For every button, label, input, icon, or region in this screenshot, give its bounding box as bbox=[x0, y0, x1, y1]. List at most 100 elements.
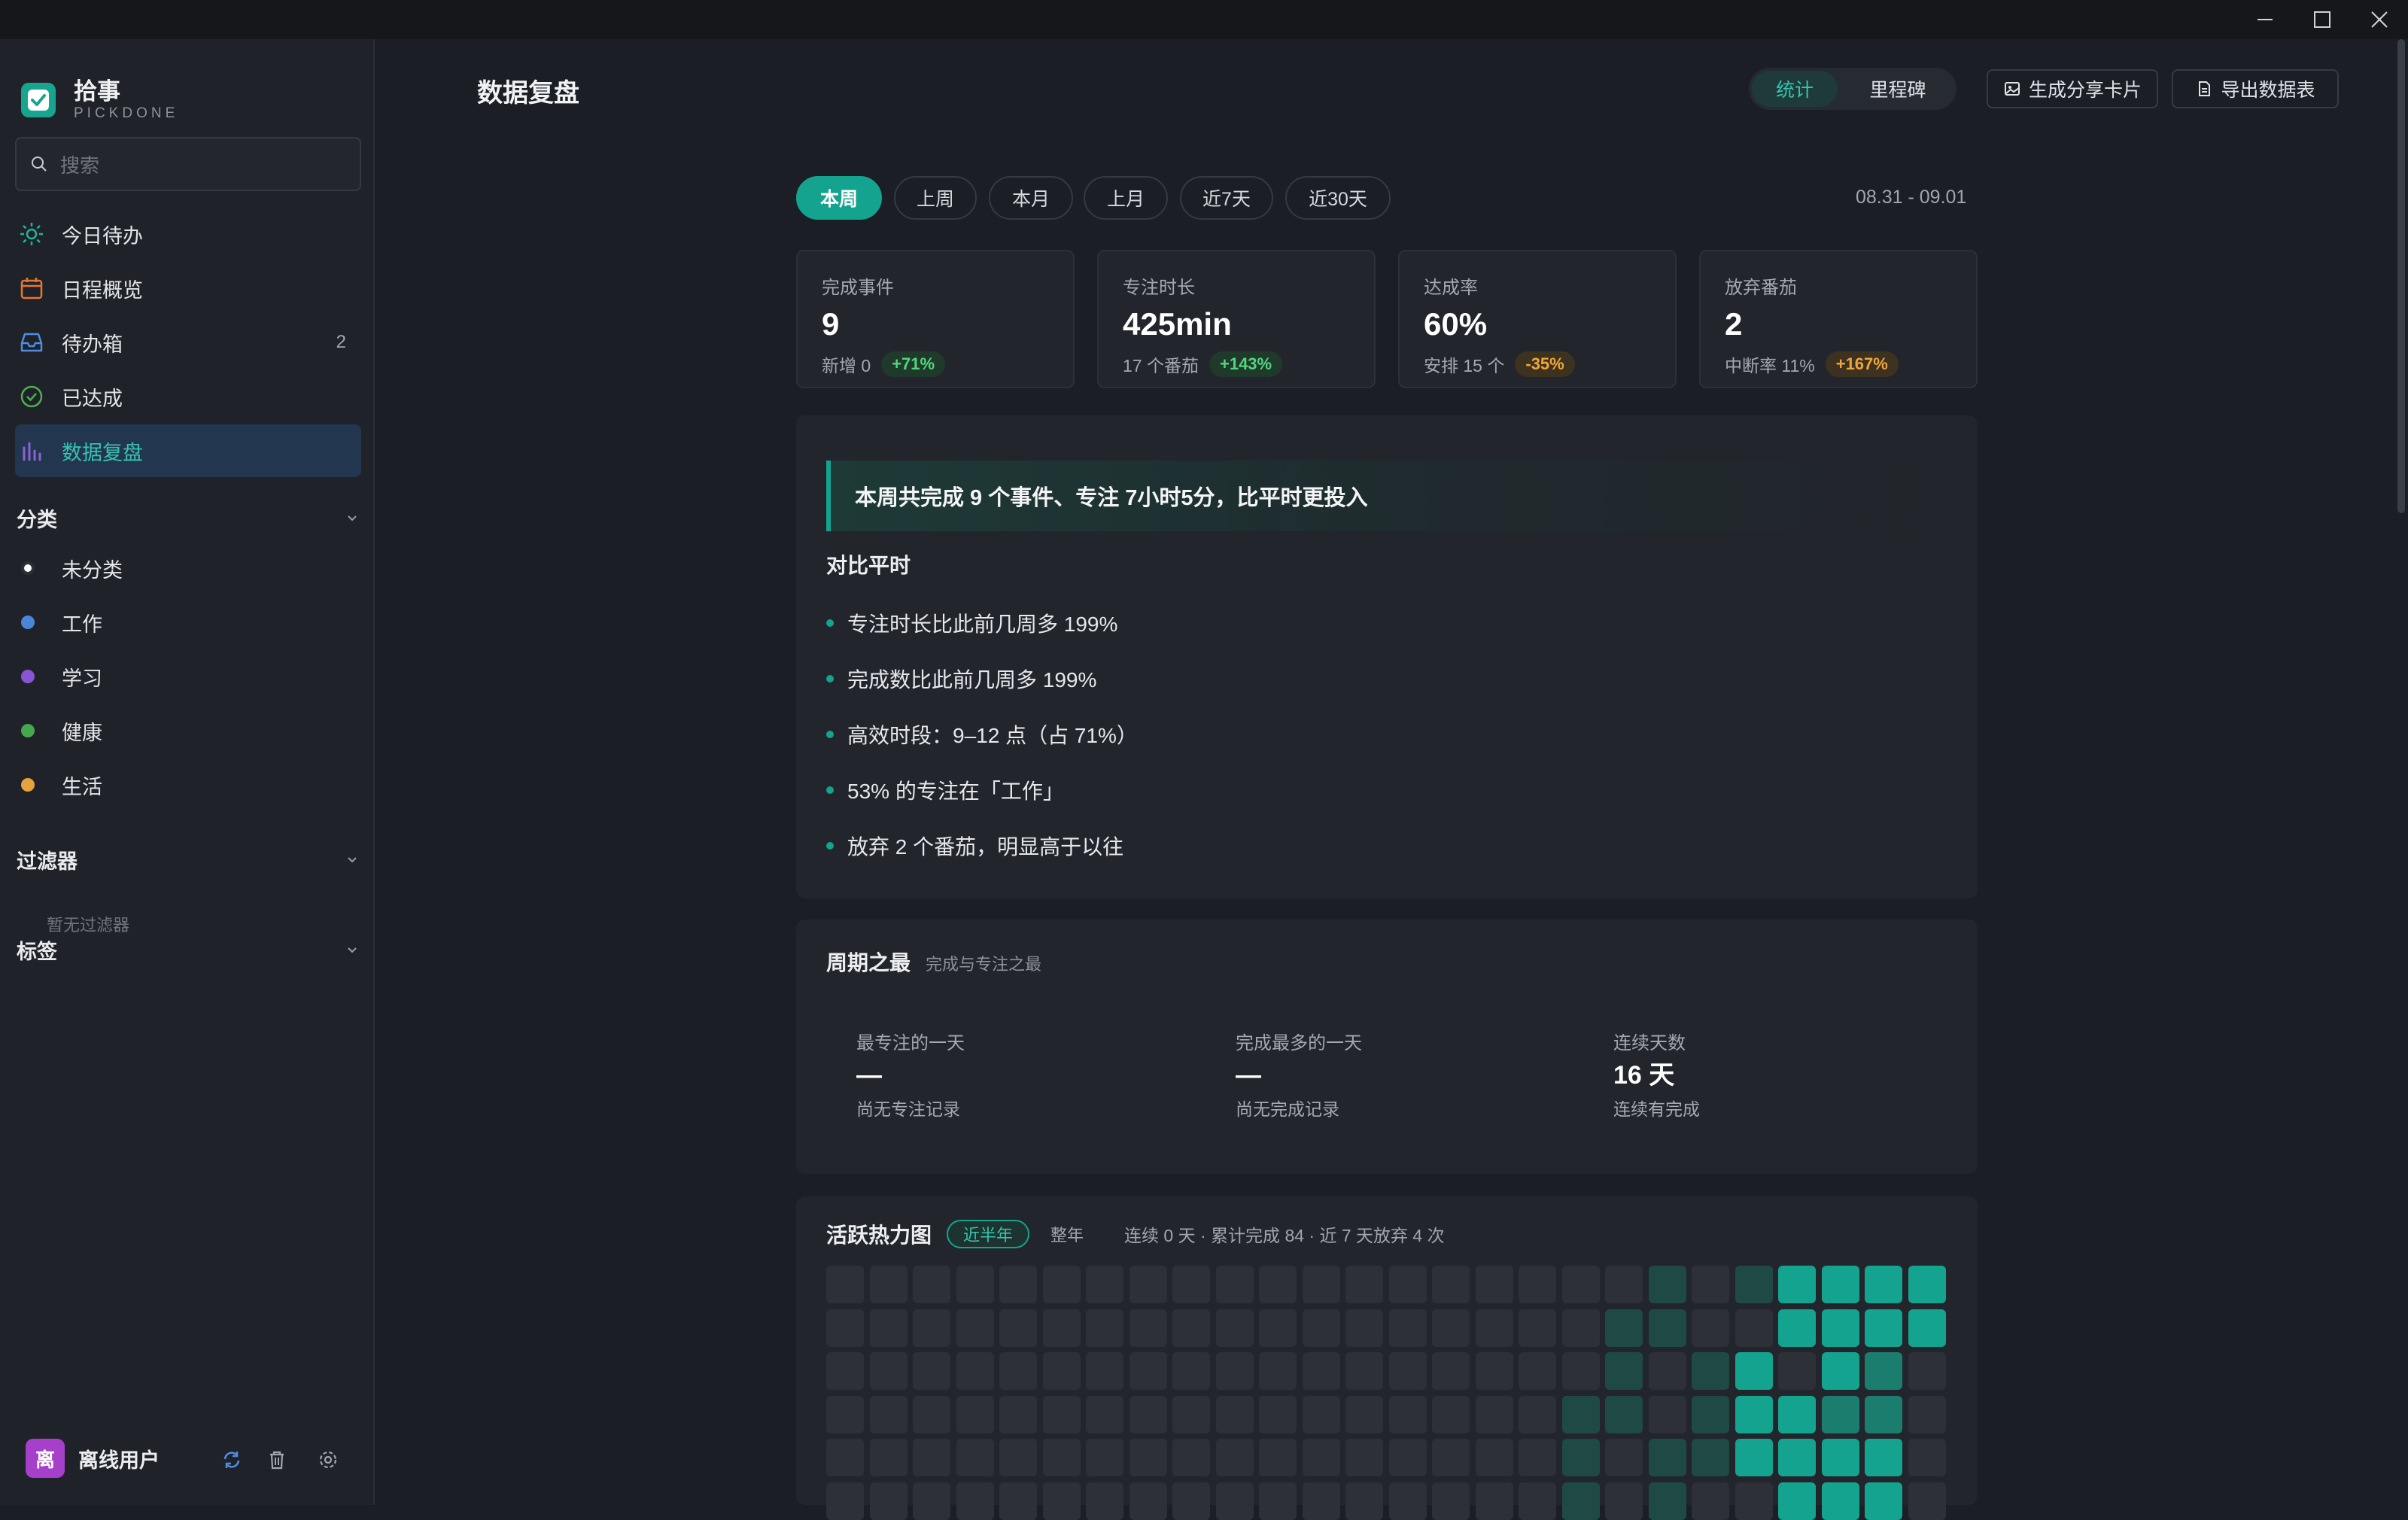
heatmap-cell[interactable] bbox=[1042, 1395, 1081, 1433]
heatmap-cell[interactable] bbox=[956, 1395, 994, 1433]
heatmap-cell[interactable] bbox=[913, 1439, 950, 1476]
heatmap-cell[interactable] bbox=[1086, 1266, 1123, 1303]
heatmap-cell[interactable] bbox=[999, 1266, 1037, 1303]
heatmap-cell[interactable] bbox=[1475, 1352, 1513, 1390]
heatmap-cell[interactable] bbox=[1086, 1352, 1123, 1390]
category-item[interactable]: 健康 bbox=[15, 706, 361, 755]
heatmap-cell[interactable] bbox=[1172, 1439, 1210, 1476]
heatmap-cell[interactable] bbox=[1735, 1482, 1773, 1520]
heatmap-cell[interactable] bbox=[956, 1482, 994, 1520]
heatmap-cell[interactable] bbox=[1821, 1439, 1859, 1476]
heatmap-cell[interactable] bbox=[999, 1482, 1037, 1520]
heatmap-cell[interactable] bbox=[1345, 1309, 1383, 1347]
heatmap-cell[interactable] bbox=[1735, 1395, 1773, 1433]
heatmap-cell[interactable] bbox=[826, 1352, 864, 1390]
nav-item-inbox[interactable]: 待办箱 2 bbox=[15, 316, 361, 369]
heatmap-cell[interactable] bbox=[1648, 1482, 1686, 1520]
close-button[interactable] bbox=[2351, 0, 2408, 39]
heatmap-cell[interactable] bbox=[1692, 1482, 1729, 1520]
heatmap-cell[interactable] bbox=[1648, 1309, 1686, 1347]
heatmap-cell[interactable] bbox=[1388, 1266, 1427, 1303]
heatmap-cell[interactable] bbox=[1086, 1482, 1123, 1520]
heatmap-cell[interactable] bbox=[1215, 1395, 1254, 1433]
heatmap-cell[interactable] bbox=[1605, 1395, 1643, 1433]
heatmap-cell[interactable] bbox=[1042, 1309, 1081, 1347]
heatmap-cell[interactable] bbox=[826, 1395, 864, 1433]
heatmap-cell[interactable] bbox=[1259, 1482, 1297, 1520]
search-input[interactable]: 搜索 bbox=[15, 137, 361, 191]
heatmap-cell[interactable] bbox=[1778, 1309, 1816, 1347]
heatmap-cell[interactable] bbox=[1519, 1395, 1556, 1433]
range-30-days[interactable]: 近30天 bbox=[1285, 176, 1391, 220]
minimize-button[interactable] bbox=[2236, 0, 2294, 39]
heatmap-cell[interactable] bbox=[1908, 1266, 1946, 1303]
heatmap-cell[interactable] bbox=[999, 1395, 1037, 1433]
heatmap-cell[interactable] bbox=[1778, 1352, 1816, 1390]
heatmap-cell[interactable] bbox=[1302, 1482, 1340, 1520]
heatmap-cell[interactable] bbox=[1692, 1266, 1729, 1303]
heatmap-cell[interactable] bbox=[1129, 1309, 1167, 1347]
maximize-button[interactable] bbox=[2294, 0, 2351, 39]
heatmap-cell[interactable] bbox=[1908, 1309, 1946, 1347]
heatmap-cell[interactable] bbox=[999, 1439, 1037, 1476]
heatmap-cell[interactable] bbox=[1345, 1395, 1383, 1433]
heatmap-cell[interactable] bbox=[1129, 1352, 1167, 1390]
heatmap-cell[interactable] bbox=[1561, 1352, 1600, 1390]
heatmap-cell[interactable] bbox=[1735, 1352, 1773, 1390]
nav-item-schedule[interactable]: 日程概览 bbox=[15, 262, 361, 315]
heatmap-cell[interactable] bbox=[1865, 1352, 1902, 1390]
heatmap-cell[interactable] bbox=[1345, 1482, 1383, 1520]
heatmap-cell[interactable] bbox=[1908, 1352, 1946, 1390]
heatmap-cell[interactable] bbox=[1432, 1439, 1470, 1476]
heatmap-cell[interactable] bbox=[826, 1309, 864, 1347]
heatmap-cell[interactable] bbox=[1865, 1439, 1902, 1476]
heatmap-cell[interactable] bbox=[1259, 1395, 1297, 1433]
heatmap-cell[interactable] bbox=[1172, 1352, 1210, 1390]
heatmap-cell[interactable] bbox=[869, 1439, 908, 1476]
heatmap-cell[interactable] bbox=[1605, 1439, 1643, 1476]
category-item[interactable]: 工作 bbox=[15, 597, 361, 647]
heatmap-cell[interactable] bbox=[1908, 1482, 1946, 1520]
tab-half-year[interactable]: 近半年 bbox=[947, 1220, 1030, 1248]
heatmap-cell[interactable] bbox=[1172, 1482, 1210, 1520]
heatmap-cell[interactable] bbox=[826, 1266, 864, 1303]
heatmap-cell[interactable] bbox=[1042, 1352, 1081, 1390]
range-this-week[interactable]: 本周 bbox=[796, 176, 882, 220]
heatmap-cell[interactable] bbox=[956, 1352, 994, 1390]
heatmap-cell[interactable] bbox=[1345, 1266, 1383, 1303]
heatmap-cell[interactable] bbox=[956, 1439, 994, 1476]
heatmap-cell[interactable] bbox=[1215, 1309, 1254, 1347]
heatmap-cell[interactable] bbox=[1735, 1309, 1773, 1347]
heatmap-cell[interactable] bbox=[1821, 1309, 1859, 1347]
heatmap-cell[interactable] bbox=[1865, 1395, 1902, 1433]
heatmap-cell[interactable] bbox=[999, 1309, 1037, 1347]
heatmap-cell[interactable] bbox=[1215, 1439, 1254, 1476]
heatmap-cell[interactable] bbox=[1302, 1439, 1340, 1476]
tab-full-year[interactable]: 整年 bbox=[1035, 1220, 1099, 1248]
heatmap-cell[interactable] bbox=[1475, 1266, 1513, 1303]
heatmap-cell[interactable] bbox=[1259, 1439, 1297, 1476]
heatmap-cell[interactable] bbox=[1821, 1266, 1859, 1303]
scrollbar[interactable] bbox=[2397, 39, 2405, 513]
heatmap-cell[interactable] bbox=[1519, 1309, 1556, 1347]
heatmap-cell[interactable] bbox=[1735, 1439, 1773, 1476]
heatmap-cell[interactable] bbox=[1129, 1482, 1167, 1520]
heatmap-cell[interactable] bbox=[1259, 1309, 1297, 1347]
heatmap-cell[interactable] bbox=[1519, 1352, 1556, 1390]
heatmap-cell[interactable] bbox=[1519, 1439, 1556, 1476]
category-item[interactable]: 未分类 bbox=[15, 543, 361, 593]
heatmap-cell[interactable] bbox=[1475, 1309, 1513, 1347]
heatmap-cell[interactable] bbox=[1215, 1482, 1254, 1520]
heatmap-cell[interactable] bbox=[1778, 1266, 1816, 1303]
heatmap-cell[interactable] bbox=[913, 1352, 950, 1390]
heatmap-cell[interactable] bbox=[1821, 1352, 1859, 1390]
heatmap-cell[interactable] bbox=[999, 1352, 1037, 1390]
range-last-month[interactable]: 上月 bbox=[1084, 176, 1168, 220]
heatmap-cell[interactable] bbox=[1432, 1352, 1470, 1390]
heatmap-cell[interactable] bbox=[1778, 1395, 1816, 1433]
heatmap-cell[interactable] bbox=[1302, 1352, 1340, 1390]
heatmap-cell[interactable] bbox=[1388, 1395, 1427, 1433]
heatmap-cell[interactable] bbox=[1259, 1352, 1297, 1390]
nav-item-done[interactable]: 已达成 bbox=[15, 370, 361, 423]
trash-button[interactable] bbox=[263, 1446, 290, 1473]
